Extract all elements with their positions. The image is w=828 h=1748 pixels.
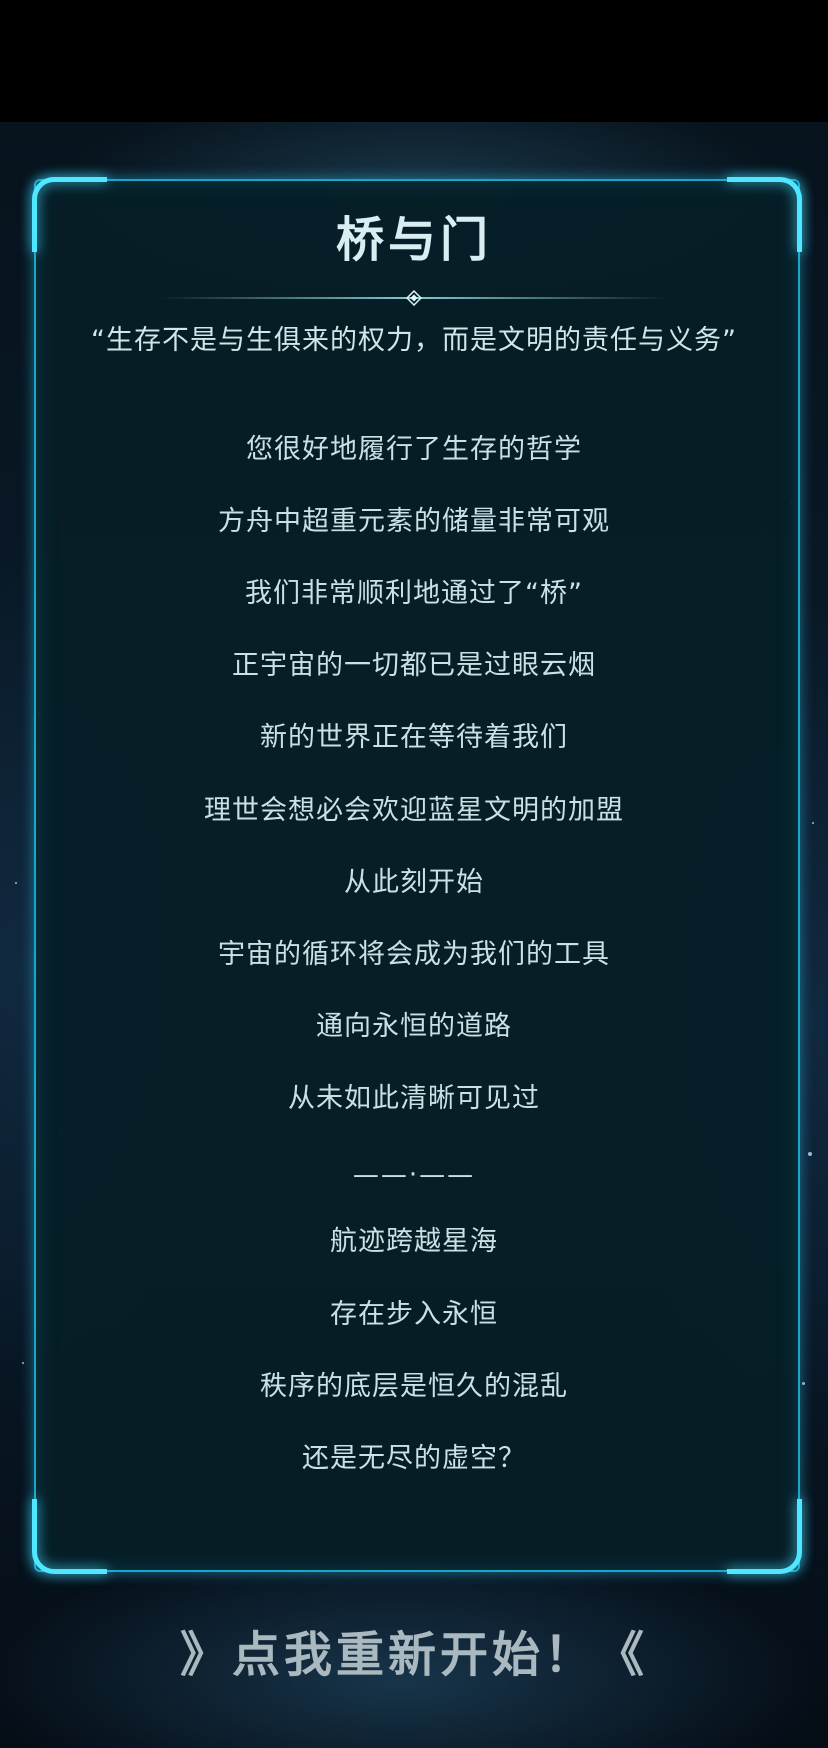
closing-line: 还是无尽的虚空？ — [302, 1443, 526, 1474]
closing-line: 秩序的底层是恒久的混乱 — [260, 1371, 568, 1402]
closing-line: 存在步入永恒 — [330, 1299, 498, 1330]
top-black-bar — [0, 0, 828, 122]
closing-line: 航迹跨越星海 — [330, 1226, 498, 1257]
section-separator: ——·—— — [352, 1160, 476, 1190]
title-divider — [160, 290, 668, 306]
story-line: 方舟中超重元素的储量非常可观 — [218, 506, 610, 537]
star — [22, 1362, 24, 1364]
story-line: 您很好地履行了生存的哲学 — [246, 434, 582, 465]
story-line: 我们非常顺利地通过了“桥” — [245, 578, 583, 609]
story-line: 通向永恒的道路 — [316, 1011, 512, 1042]
story-line: 从此刻开始 — [344, 867, 484, 898]
ending-quote: “生存不是与生俱来的权力，而是文明的责任与义务” — [91, 325, 737, 356]
story-line: 新的世界正在等待着我们 — [260, 722, 568, 753]
story-line: 理世会想必会欢迎蓝星文明的加盟 — [204, 795, 624, 826]
panel-corner-bottom-left — [32, 1499, 107, 1574]
panel-corner-bottom-right — [727, 1499, 802, 1574]
ending-title: 桥与门 — [335, 212, 492, 268]
story-line: 宇宙的循环将会成为我们的工具 — [218, 939, 610, 970]
star — [808, 1152, 812, 1156]
restart-button[interactable]: 》点我重新开始！《 — [0, 1620, 828, 1690]
story-line: 从未如此清晰可见过 — [288, 1083, 540, 1114]
diamond-icon — [406, 290, 422, 306]
story-line: 正宇宙的一切都已是过眼云烟 — [232, 650, 596, 681]
